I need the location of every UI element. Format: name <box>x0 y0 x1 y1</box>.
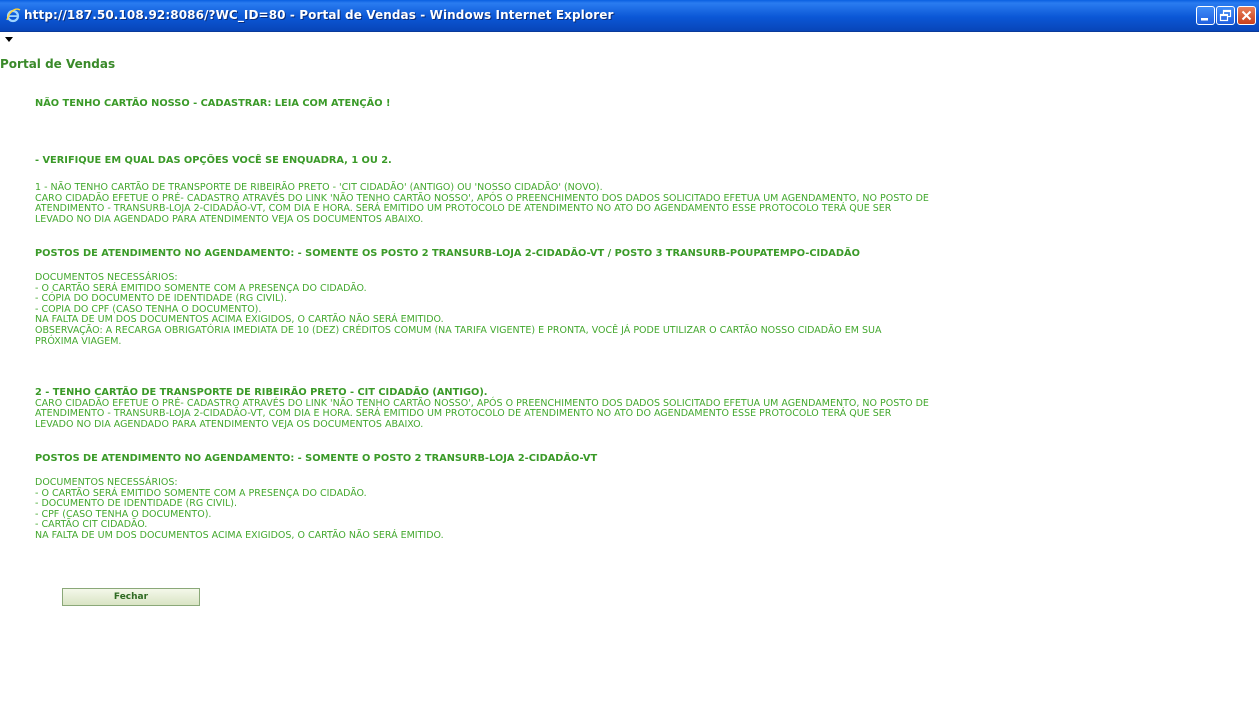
collapse-arrow-icon[interactable] <box>4 36 16 44</box>
ie-icon <box>5 7 21 23</box>
close-icon <box>1241 10 1252 21</box>
option1-docs: DOCUMENTOS NECESSÁRIOS: - O CARTÃO SERÁ … <box>35 272 882 347</box>
docs-line: DOCUMENTOS NECESSÁRIOS: <box>35 477 178 488</box>
close-button[interactable]: Fechar <box>62 588 200 606</box>
restore-button[interactable] <box>1216 6 1235 25</box>
option2-body-line: LEVADO NO DIA AGENDADO PARA ATENDIMENTO … <box>35 418 424 430</box>
minimize-button[interactable] <box>1196 6 1215 25</box>
docs-line: PRÓXIMA VIAGEM. <box>35 335 122 347</box>
option2-title: 2 - TENHO CARTÃO DE TRANSPORTE DE RIBEIR… <box>35 387 488 398</box>
minimize-icon <box>1201 18 1208 21</box>
option2-docs: DOCUMENTOS NECESSÁRIOS: - O CARTÃO SERÁ … <box>35 477 444 542</box>
verify-heading: - VERIFIQUE EM QUAL DAS OPÇÕES VOCÊ SE E… <box>35 155 392 166</box>
docs-line: DOCUMENTOS NECESSÁRIOS: <box>35 272 178 283</box>
docs-line: OBSERVAÇÃO: A RECARGA OBRIGATÓRIA IMEDIA… <box>35 324 882 336</box>
option1-title: 1 - NÃO TENHO CARTÃO DE TRANSPORTE DE RI… <box>35 182 603 193</box>
main-heading: NÃO TENHO CARTÃO NOSSO - CADASTRAR: LEIA… <box>35 98 391 109</box>
close-window-button[interactable] <box>1237 6 1256 25</box>
option1-postos: POSTOS DE ATENDIMENTO NO AGENDAMENTO: - … <box>35 248 860 259</box>
page-title: Portal de Vendas <box>0 57 116 71</box>
docs-line: NA FALTA DE UM DOS DOCUMENTOS ACIMA EXIG… <box>35 529 444 541</box>
option2-block: 2 - TENHO CARTÃO DE TRANSPORTE DE RIBEIR… <box>35 387 929 430</box>
option1-block: 1 - NÃO TENHO CARTÃO DE TRANSPORTE DE RI… <box>35 182 929 225</box>
restore-icon <box>1219 9 1232 22</box>
window-title-bar[interactable]: http://187.50.108.92:8086/?WC_ID=80 - Po… <box>0 0 1259 32</box>
window-title: http://187.50.108.92:8086/?WC_ID=80 - Po… <box>24 8 614 22</box>
option1-body-line: LEVADO NO DIA AGENDADO PARA ATENDIMENTO … <box>35 213 424 225</box>
option2-postos: POSTOS DE ATENDIMENTO NO AGENDAMENTO: - … <box>35 453 598 464</box>
